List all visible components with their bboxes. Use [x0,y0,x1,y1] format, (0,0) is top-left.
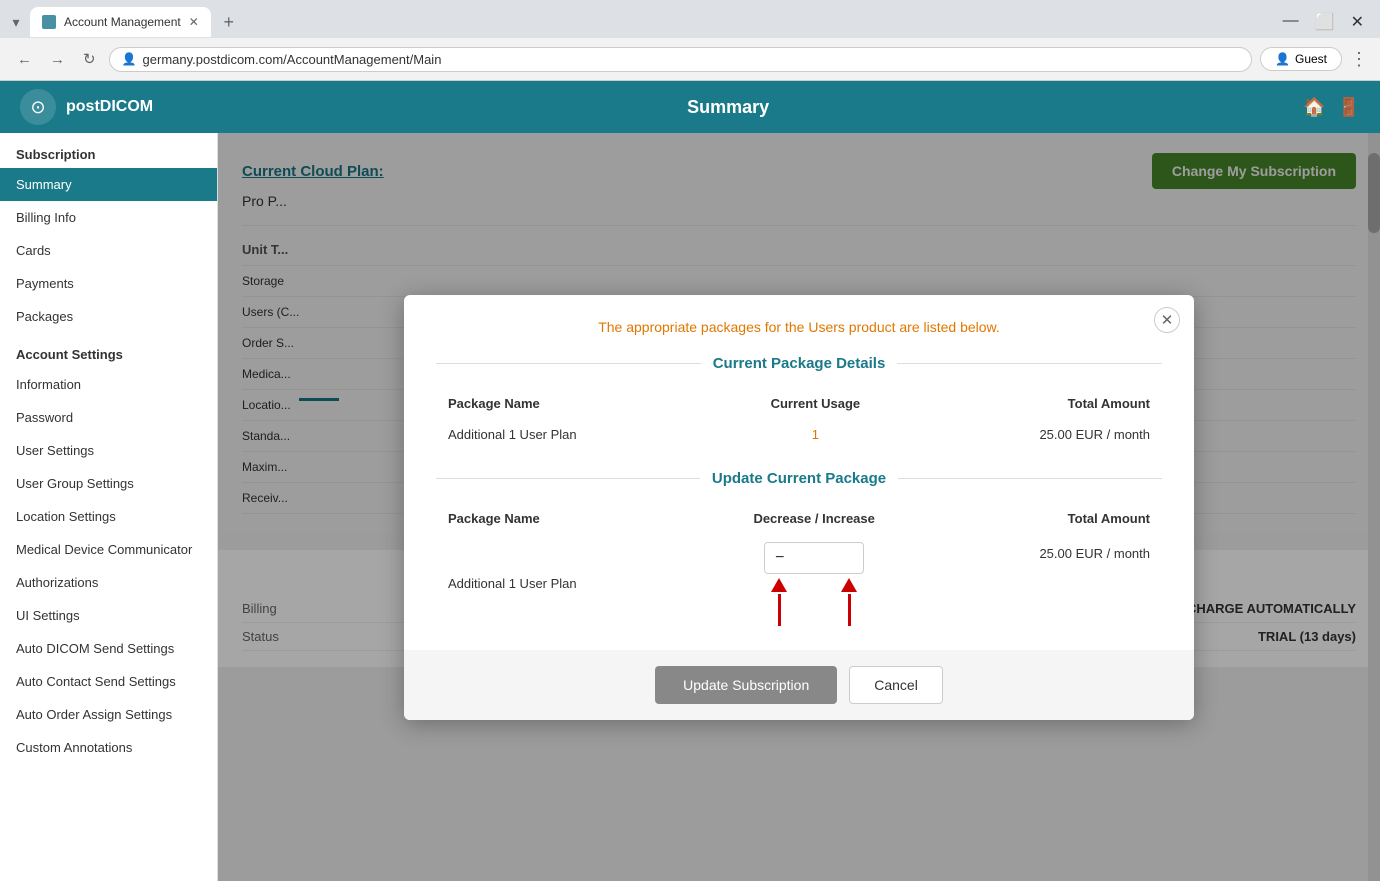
minimize-btn[interactable]: — [1283,12,1299,32]
update-total-amount: 25.00 EUR / month [936,534,1162,634]
cancel-btn[interactable]: Cancel [849,666,943,704]
update-subscription-btn[interactable]: Update Subscription [655,666,837,704]
modal-body: The appropriate packages for the Users p… [404,295,1194,634]
content-area: Current Cloud Plan: Change My Subscripti… [218,133,1380,881]
update-package-divider: Update Current Package [436,470,1162,487]
tab-favicon [42,15,56,29]
window-controls: — ⬜ ✕ [1283,12,1372,32]
sidebar-item-password[interactable]: Password [0,401,217,434]
url-text: germany.postdicom.com/AccountManagement/… [143,52,1240,67]
modal-footer: Update Subscription Cancel [404,650,1194,720]
col-current-usage: Current Usage [713,388,919,419]
current-usage-val: 1 [713,419,919,450]
close-window-btn[interactable]: ✕ [1351,12,1364,32]
app-container: ⊙ postDICOM Summary 🏠 🚪 Subscription Sum… [0,81,1380,881]
browser-tab[interactable]: Account Management ✕ [30,7,211,37]
app-header: ⊙ postDICOM Summary 🏠 🚪 [0,81,1380,133]
col-total-amount: Total Amount [918,388,1162,419]
modal-close-btn[interactable]: ✕ [1154,307,1180,333]
guest-btn[interactable]: 👤 Guest [1260,47,1342,71]
left-arrow-indicator [771,578,787,626]
quantity-stepper[interactable]: − + [764,542,864,574]
sidebar-item-auto-order[interactable]: Auto Order Assign Settings [0,698,217,731]
url-box[interactable]: 👤 germany.postdicom.com/AccountManagemen… [109,47,1252,72]
sidebar-item-user-group-settings[interactable]: User Group Settings [0,467,217,500]
notifications-icon[interactable]: 🏠 [1303,97,1325,118]
tab-bar: ▾ Account Management ✕ + — ⬜ ✕ [0,0,1380,38]
update-package-row: Additional 1 User Plan − [436,534,1162,634]
sidebar-item-auto-contact[interactable]: Auto Contact Send Settings [0,665,217,698]
divider-right2 [898,478,1162,479]
col-update-package-name: Package Name [436,503,692,534]
col-decrease-increase: Decrease / Increase [692,503,936,534]
modal-intro: The appropriate packages for the Users p… [436,319,1162,335]
tab-back-forward: ▾ [8,14,24,30]
intro-highlight: Users [808,319,845,335]
sidebar: Subscription Summary Billing Info Cards … [0,133,218,881]
current-package-heading: Current Package Details [713,355,886,372]
divider-left [436,363,701,364]
guest-icon: 👤 [1275,52,1290,66]
back-btn[interactable]: ← [12,49,37,70]
update-package-table: Package Name Decrease / Increase Total A… [436,503,1162,634]
close-icon: ✕ [1161,311,1174,329]
minus-icon: − [775,549,784,566]
maximize-btn[interactable]: ⬜ [1315,12,1335,32]
sidebar-item-ui-settings[interactable]: UI Settings [0,599,217,632]
stepper-cell: − + [692,534,936,634]
sidebar-item-packages[interactable]: Packages [0,300,217,333]
address-bar: ← → ↻ 👤 germany.postdicom.com/AccountMan… [0,38,1380,80]
divider-right [897,363,1162,364]
sidebar-item-authorizations[interactable]: Authorizations [0,566,217,599]
lock-icon: 👤 [122,52,137,66]
current-package-table: Package Name Current Usage Total Amount … [436,388,1162,450]
right-arrow-indicator [841,578,857,626]
sidebar-item-location-settings[interactable]: Location Settings [0,500,217,533]
current-total-amount: 25.00 EUR / month [918,419,1162,450]
sidebar-item-medical-device[interactable]: Medical Device Communicator [0,533,217,566]
quantity-input[interactable] [795,546,865,570]
tab-list-btn[interactable]: ▾ [8,14,24,30]
forward-btn[interactable]: → [45,49,70,70]
header-title: Summary [153,97,1303,118]
logout-icon[interactable]: 🚪 [1338,97,1360,118]
current-package-divider: Current Package Details [436,355,1162,372]
sidebar-item-cards[interactable]: Cards [0,234,217,267]
more-options-btn[interactable]: ⋮ [1350,49,1368,70]
header-icons: 🏠 🚪 [1303,97,1360,118]
tab-close-btn[interactable]: ✕ [189,15,199,29]
divider-left2 [436,478,700,479]
sidebar-item-payments[interactable]: Payments [0,267,217,300]
browser-chrome: ▾ Account Management ✕ + — ⬜ ✕ ← → ↻ 👤 g… [0,0,1380,81]
decrease-btn[interactable]: − [765,543,794,573]
current-package-name: Additional 1 User Plan [436,419,713,450]
sidebar-item-user-settings[interactable]: User Settings [0,434,217,467]
subscription-section-title: Subscription [0,133,217,168]
sidebar-item-custom-annotations[interactable]: Custom Annotations [0,731,217,764]
sidebar-item-billing-info[interactable]: Billing Info [0,201,217,234]
reload-btn[interactable]: ↻ [78,48,101,70]
guest-label: Guest [1295,52,1327,66]
col-package-name: Package Name [436,388,713,419]
col-update-total-amount: Total Amount [936,503,1162,534]
update-package-name: Additional 1 User Plan [436,534,692,634]
logo-icon: ⊙ [20,89,56,125]
sidebar-item-summary[interactable]: Summary [0,168,217,201]
modal-overlay: ✕ The appropriate packages for the Users… [218,133,1380,881]
main-layout: Subscription Summary Billing Info Cards … [0,133,1380,881]
logo-text: postDICOM [66,98,153,116]
sidebar-item-information[interactable]: Information [0,368,217,401]
modal: ✕ The appropriate packages for the Users… [404,295,1194,720]
tab-title: Account Management [64,15,181,29]
logo-area: ⊙ postDICOM [20,89,153,125]
update-package-heading: Update Current Package [712,470,886,487]
current-package-row: Additional 1 User Plan 1 25.00 EUR / mon… [436,419,1162,450]
sidebar-item-auto-dicom[interactable]: Auto DICOM Send Settings [0,632,217,665]
account-section-title: Account Settings [0,333,217,368]
new-tab-btn[interactable]: + [215,8,243,36]
